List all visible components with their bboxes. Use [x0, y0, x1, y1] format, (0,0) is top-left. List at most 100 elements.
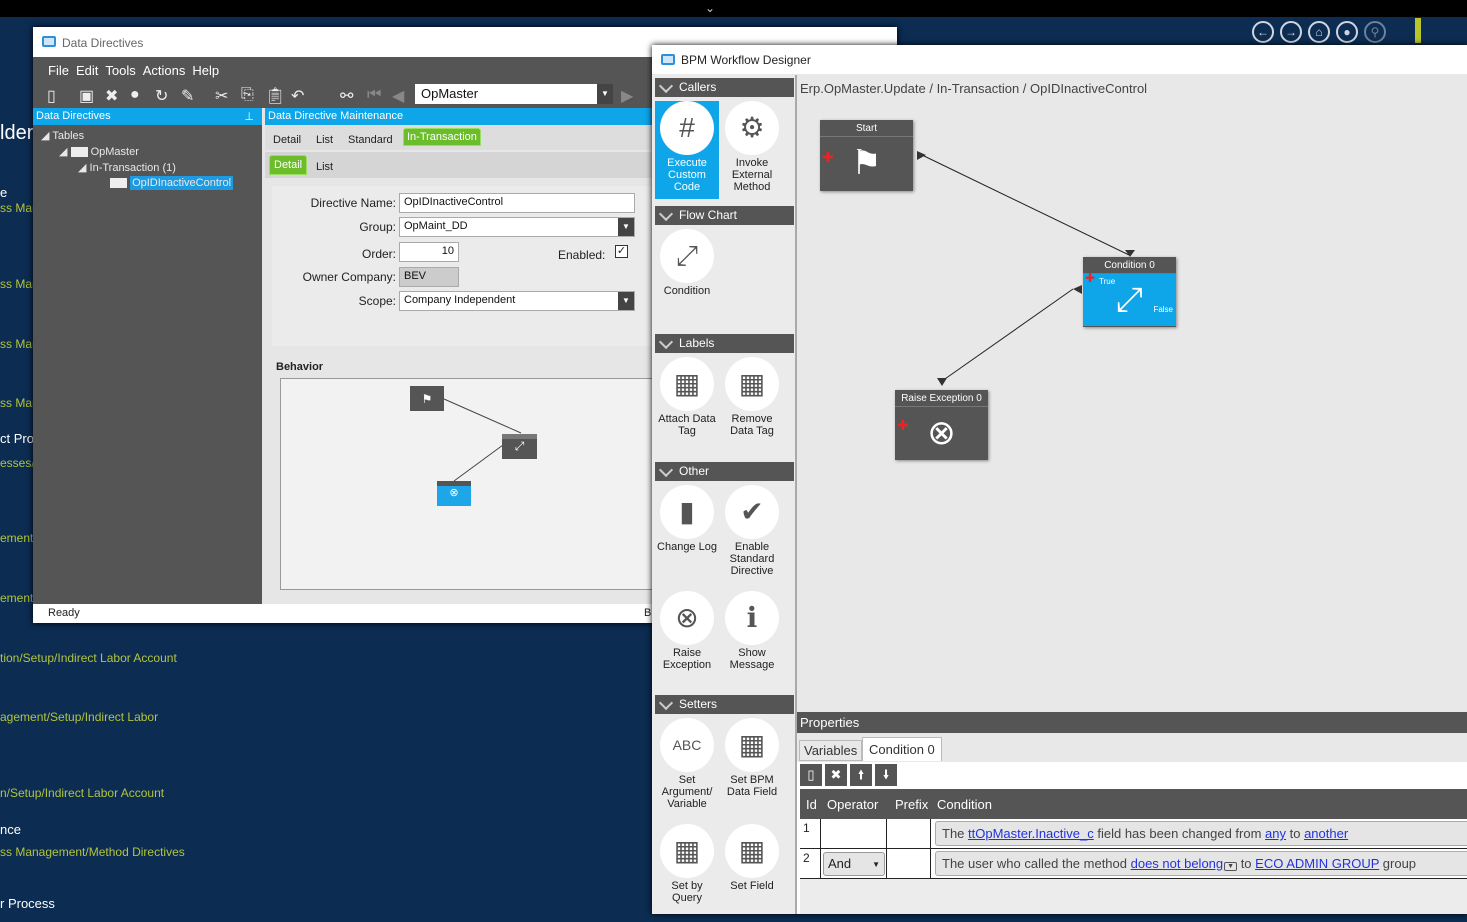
section-flow-chart[interactable]: Flow Chart — [655, 206, 794, 225]
background-menu-item[interactable]: ement/ — [0, 591, 37, 605]
move-down-icon[interactable]: 🠛︎ — [875, 764, 897, 786]
tab-standard[interactable]: Standard — [348, 134, 393, 146]
back-icon[interactable]: ← — [1252, 21, 1274, 43]
menu-edit[interactable]: Edit — [76, 63, 98, 78]
new-row-icon[interactable]: ▯ — [800, 764, 822, 786]
background-menu-item[interactable]: ement/ — [0, 531, 37, 545]
chevron-down-icon[interactable]: ⌄ — [705, 1, 715, 15]
background-menu-item[interactable]: r Process — [0, 896, 55, 911]
tool-change-log[interactable]: ▮ Change Log — [655, 485, 719, 583]
group-select[interactable]: OpMaint_DD ▼ — [399, 217, 635, 237]
condition-link[interactable]: another — [1304, 826, 1348, 841]
section-setters[interactable]: Setters — [655, 695, 794, 714]
tab-condition-0[interactable]: Condition 0 — [862, 737, 942, 761]
tree-item-in-transaction[interactable]: ◢ In-Transaction (1) — [78, 161, 176, 174]
section-labels[interactable]: Labels — [655, 334, 794, 353]
detail-form: Directive Name: OpIDInactiveControl Grou… — [272, 186, 652, 346]
menu-file[interactable]: File — [48, 63, 69, 78]
condition-row[interactable]: 2 And ▼ The user who called the method do… — [800, 849, 1467, 879]
chat-icon[interactable]: ● — [1336, 21, 1358, 43]
tool-remove-data-tag[interactable]: ▦ Remove Data Tag — [720, 357, 784, 455]
copy-icon[interactable]: ⎘ — [241, 86, 254, 104]
tab-detail[interactable]: Detail — [273, 134, 301, 146]
pin-icon[interactable]: ⊥ — [244, 110, 254, 123]
subtab-list[interactable]: List — [316, 161, 333, 173]
search-icon[interactable]: ⚲ — [1364, 21, 1386, 43]
delete-icon[interactable]: ✖ — [105, 86, 118, 106]
chevron-down-icon[interactable]: ▼ — [597, 84, 613, 104]
background-menu-item[interactable]: nce — [0, 822, 21, 837]
refresh-icon[interactable]: ↻ — [155, 86, 168, 106]
tool-invoke-external-method[interactable]: ⚙ Invoke External Method — [720, 101, 784, 199]
background-menu-item[interactable]: n/Setup/Indirect Labor Account — [0, 786, 164, 800]
tool-attach-data-tag[interactable]: ▦ Attach Data Tag — [655, 357, 719, 455]
background-menu-item[interactable]: ct Pro — [0, 431, 34, 446]
status-text: Ready — [48, 607, 80, 619]
tool-set-argument-variable[interactable]: ABC Set Argument/ Variable — [655, 718, 719, 816]
prev-record-icon[interactable]: ◀ — [392, 86, 404, 106]
subtab-detail[interactable]: Detail — [269, 155, 308, 175]
enabled-checkbox[interactable]: ✓ — [615, 245, 628, 258]
tree-item-tables[interactable]: ◢ Tables — [41, 129, 84, 142]
cut-icon[interactable]: ✂ — [215, 86, 228, 106]
directive-name-field[interactable]: OpIDInactiveControl — [399, 193, 635, 213]
section-other[interactable]: Other — [655, 462, 794, 481]
save-icon[interactable]: ▣ — [79, 86, 94, 106]
background-menu-item[interactable]: tion/Setup/Indirect Labor Account — [0, 651, 177, 665]
forward-icon[interactable]: → — [1280, 21, 1302, 43]
next-record-icon[interactable]: ▶ — [621, 86, 633, 106]
tool-raise-exception[interactable]: ⊗ Raise Exception — [655, 591, 719, 689]
delete-row-icon[interactable]: ✖ — [825, 764, 847, 786]
condition-row[interactable]: 1 The ttOpMaster.Inactive_c field has be… — [800, 819, 1467, 849]
condition-link[interactable]: ttOpMaster.Inactive_c — [968, 826, 1094, 841]
condition-node[interactable]: Condition 0 ⤢ True False ✚ — [1083, 257, 1176, 327]
start-node[interactable]: Start ⚑ ✚ — [820, 120, 913, 191]
condition-editor: ▯ ✖ 🠙︎ 🠛︎ Id Operator Prefix Condition 1… — [797, 762, 1467, 914]
search-binoculars-icon[interactable]: ⚯ — [340, 86, 353, 106]
workflow-canvas[interactable]: Erp.OpMaster.Update / In-Transaction / O… — [797, 75, 1467, 707]
condition-link[interactable]: does not belong — [1131, 856, 1224, 871]
background-menu-item[interactable]: e — [0, 185, 7, 200]
comment-icon[interactable]: ● — [130, 86, 140, 104]
chevron-down-icon[interactable]: ▼ — [618, 292, 634, 310]
move-up-icon[interactable]: 🠙︎ — [850, 764, 872, 786]
condition-part: to — [1237, 856, 1256, 871]
chevron-down-icon[interactable]: ▼ — [1224, 862, 1238, 871]
raise-exception-node[interactable]: Raise Exception 0 ⊗ ✚ — [895, 390, 988, 460]
tool-set-by-query[interactable]: ▦ Set by Query — [655, 824, 719, 922]
menu-actions[interactable]: Actions — [143, 63, 186, 78]
tool-condition[interactable]: ⤢ Condition — [655, 229, 719, 327]
background-menu-item[interactable]: agement/Setup/Indirect Labor — [0, 710, 158, 724]
condition-link[interactable]: ECO ADMIN GROUP — [1255, 856, 1379, 871]
tool-execute-custom-code[interactable]: # Execute Custom Code — [655, 101, 719, 199]
scope-select[interactable]: Company Independent ▼ — [399, 291, 635, 311]
menu-tools[interactable]: Tools — [105, 63, 135, 78]
column-condition: Condition — [937, 797, 992, 812]
menu-help[interactable]: Help — [192, 63, 219, 78]
section-callers[interactable]: Callers — [655, 78, 794, 97]
order-field[interactable]: 10 — [399, 242, 459, 262]
paste-icon[interactable]: 📋︎ — [265, 86, 285, 106]
tab-list[interactable]: List — [316, 134, 333, 146]
record-selector[interactable]: OpMaster ▼ — [415, 84, 613, 104]
tool-enable-standard-directive[interactable]: ✔ Enable Standard Directive — [720, 485, 784, 583]
main-tabs: Detail List Standard In-Transaction — [265, 125, 653, 150]
tool-show-message[interactable]: ℹ Show Message — [720, 591, 784, 689]
operator-select[interactable]: And ▼ — [823, 852, 885, 876]
tab-in-transaction[interactable]: In-Transaction — [403, 128, 481, 146]
chevron-down-icon[interactable]: ▼ — [618, 218, 634, 236]
window-icon — [661, 54, 675, 65]
tab-variables[interactable]: Variables — [799, 740, 863, 761]
tool-set-field[interactable]: ▦ Set Field — [720, 824, 784, 922]
undo-icon[interactable]: ↶ — [291, 86, 304, 106]
condition-link[interactable]: any — [1265, 826, 1286, 841]
home-icon[interactable]: ⌂ — [1308, 21, 1330, 43]
operator-value: And — [828, 856, 852, 871]
tool-set-bpm-data-field[interactable]: ▦ Set BPM Data Field — [720, 718, 784, 816]
background-menu-item[interactable]: ss Management/Method Directives — [0, 845, 185, 859]
tree-item-directive[interactable]: OpIDInactiveControl — [110, 176, 234, 190]
clear-icon[interactable]: ✎ — [181, 86, 194, 106]
new-icon[interactable]: ▯ — [47, 86, 56, 106]
tree-item-opmaster[interactable]: ◢ OpMaster — [59, 145, 139, 158]
first-record-icon[interactable]: ⏮ — [367, 86, 381, 104]
